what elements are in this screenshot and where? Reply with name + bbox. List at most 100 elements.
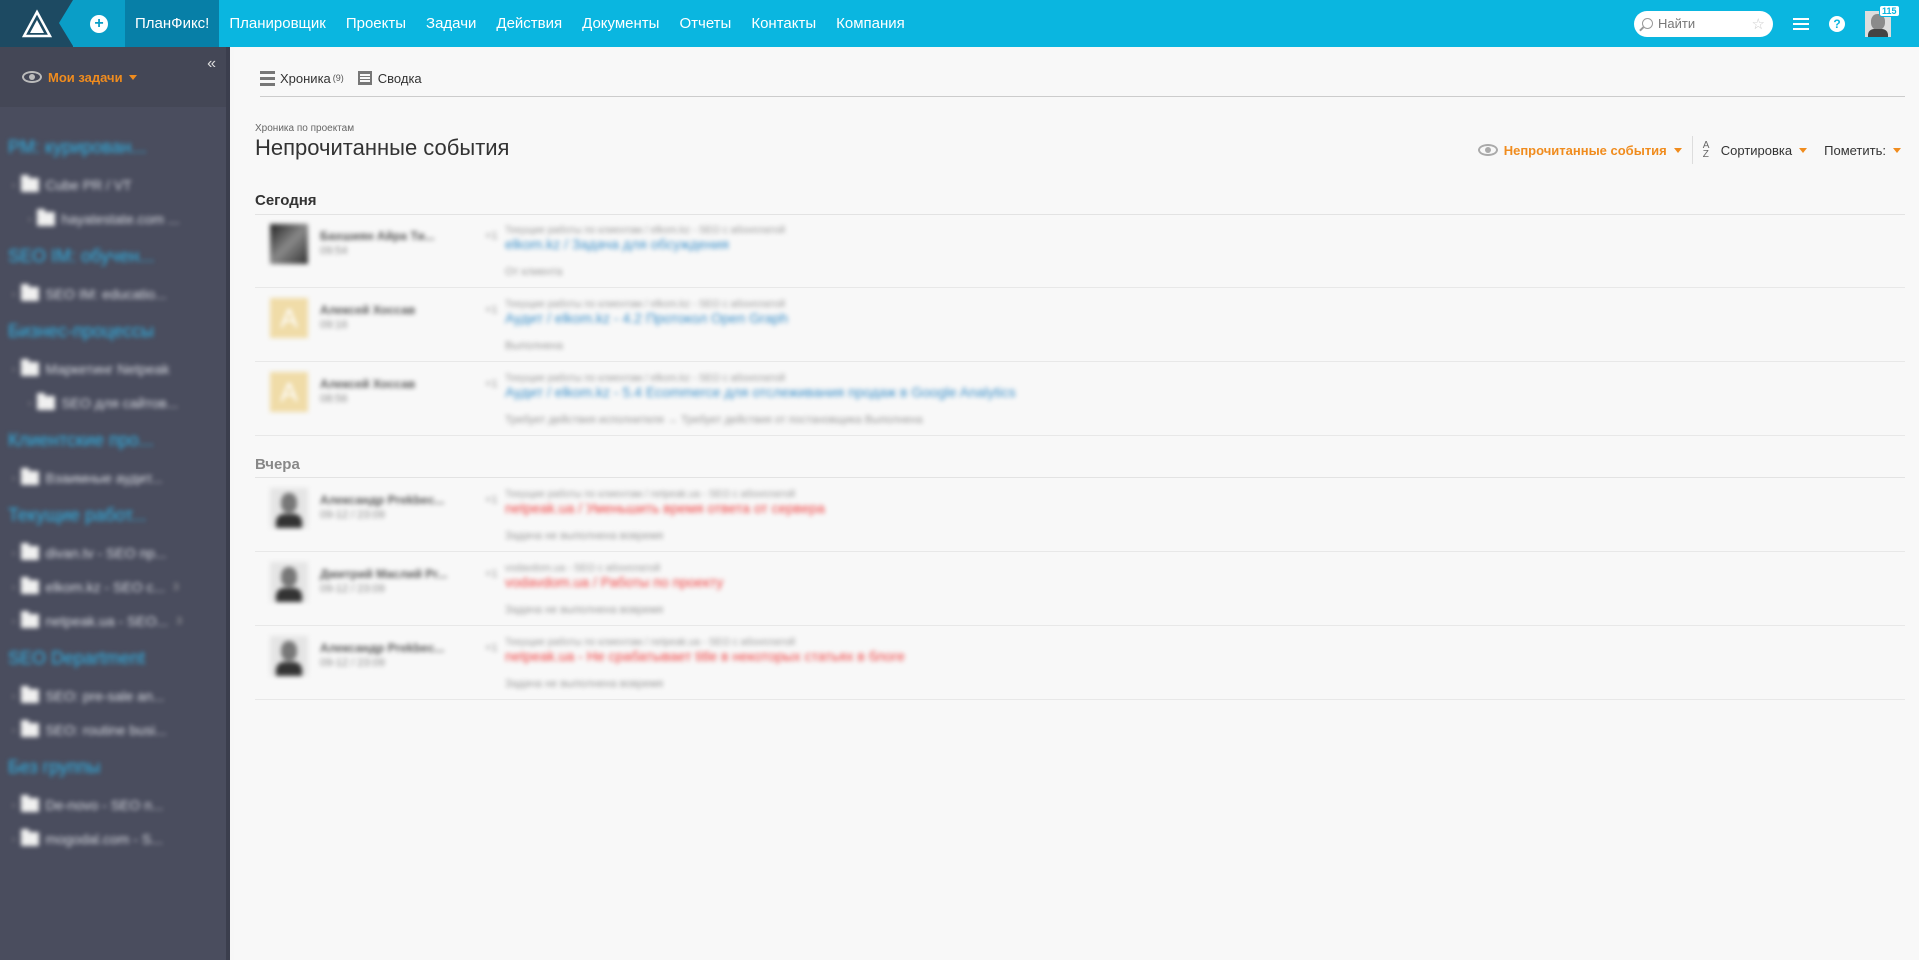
tab-summary[interactable]: Сводка: [357, 67, 422, 89]
brand-label[interactable]: ПланФикс!: [125, 0, 220, 47]
eye-icon: [1477, 144, 1498, 156]
sidebar-header[interactable]: Мои задачи «: [0, 47, 226, 107]
chevron-down-icon: [1673, 147, 1682, 153]
event-task-link[interactable]: Аудит / elkom.kz - 4.2 Протокол Open Gra…: [505, 310, 788, 326]
chevron-right-icon[interactable]: ›: [28, 214, 31, 225]
event-author[interactable]: Алексей Хоссав: [320, 303, 450, 317]
add-button[interactable]: +: [59, 0, 125, 47]
chevron-right-icon[interactable]: ›: [12, 725, 15, 736]
event-note: От клиента: [505, 266, 563, 278]
sidebar-item[interactable]: › netpeak.ua - SEO... 3: [0, 604, 226, 638]
nav-item[interactable]: Контакты: [741, 0, 826, 47]
filter-dropdown[interactable]: Непрочитанные события: [1477, 143, 1682, 158]
chevron-right-icon[interactable]: ›: [12, 364, 15, 375]
chevron-right-icon[interactable]: ›: [12, 582, 15, 593]
event-project-path: Текущие работы по клиентам / elkom.kz - …: [505, 225, 786, 236]
avatar[interactable]: [270, 636, 308, 676]
nav-item[interactable]: Отчеты: [669, 0, 741, 47]
sidebar-item[interactable]: › hayatestate.com ...: [0, 202, 226, 236]
breadcrumb[interactable]: Хроника по проектам: [255, 123, 354, 134]
avatar[interactable]: [270, 488, 308, 528]
tab-chronicle[interactable]: Хроника (9): [260, 67, 344, 89]
event-task-link[interactable]: vodavdom.ua / Работы по проекту: [505, 574, 723, 590]
avatar[interactable]: A: [270, 372, 308, 412]
sidebar-item[interactable]: › elkom.kz - SEO с... 3: [0, 570, 226, 604]
sidebar-group-title[interactable]: SEO IM: обучен...: [0, 246, 226, 267]
event-row[interactable]: +1 Александр Prekbec... 09-12 / 23:09 Текущ…: [255, 478, 1905, 552]
sidebar-group-title[interactable]: Клиентские про...: [0, 430, 226, 451]
help-button[interactable]: ?: [1829, 15, 1849, 32]
event-task-link[interactable]: netpeak.ua - Не срабатывает title в неко…: [505, 648, 905, 664]
sidebar-item[interactable]: › divan.tv - SEO пр...: [0, 536, 226, 570]
toolbar: Непрочитанные события A Z Сортировка Пом…: [1477, 136, 1901, 164]
my-tasks-filter[interactable]: Мои задачи: [48, 70, 123, 85]
chevron-right-icon[interactable]: ›: [12, 473, 15, 484]
sidebar-item[interactable]: › mogodal.com - S...: [0, 822, 226, 856]
event-author[interactable]: Бахшиян Айра Ти...: [320, 229, 450, 243]
chevron-right-icon[interactable]: ›: [12, 289, 15, 300]
nav-item[interactable]: Задачи: [416, 0, 486, 47]
avatar[interactable]: [270, 224, 308, 264]
nav-item[interactable]: Планировщик: [219, 0, 335, 47]
sidebar-item[interactable]: › SEO IM: educatio...: [0, 277, 226, 311]
avatar[interactable]: A: [270, 298, 308, 338]
sidebar-item[interactable]: › SEO: pre-sale an...: [0, 679, 226, 713]
sidebar-item[interactable]: › SEO: routine busi...: [0, 713, 226, 747]
sidebar-group-title[interactable]: Бизнес-процессы: [0, 321, 226, 342]
nav-item[interactable]: Документы: [572, 0, 669, 47]
sidebar-item[interactable]: › Взаимные аудит...: [0, 461, 226, 495]
chevron-right-icon[interactable]: ›: [12, 691, 15, 702]
sidebar-item-label: Маркетинг Netpeak: [45, 361, 170, 377]
sidebar-group-title[interactable]: PM: куpирован...: [0, 137, 226, 158]
sidebar-item-label: SEO IM: educatio...: [45, 286, 167, 302]
sidebar-item[interactable]: › Cube PR / VT: [0, 168, 226, 202]
event-author[interactable]: Александр Prekbec...: [320, 641, 450, 655]
collapse-sidebar-icon[interactable]: «: [207, 55, 216, 73]
event-note: Требует действия исполнителя → Требует д…: [505, 414, 923, 426]
mark-dropdown[interactable]: Пометить:: [1824, 143, 1901, 158]
divider: [1691, 136, 1693, 164]
event-row[interactable]: +1 Александр Prekbec... 09-12 / 23:09 Текущ…: [255, 626, 1905, 700]
event-task-link[interactable]: Аудит / elkom.kz - 5.4 Ecommerce для отс…: [505, 384, 1016, 400]
sidebar-item[interactable]: › De-novo - SEO п...: [0, 788, 226, 822]
sidebar-group-title[interactable]: SEO Department: [0, 648, 226, 669]
notification-badge[interactable]: 115: [1879, 4, 1900, 17]
sidebar-item-label: SEO: routine busi...: [45, 722, 167, 738]
sort-dropdown[interactable]: A Z Сортировка: [1703, 141, 1808, 160]
nav-item[interactable]: Компания: [826, 0, 915, 47]
chevron-right-icon[interactable]: ›: [28, 398, 31, 409]
event-count-icon: +1: [485, 642, 498, 654]
mark-label: Пометить:: [1824, 142, 1886, 158]
event-row[interactable]: A +1 Алексей Хоссав 09:16 Текущие работы по …: [255, 288, 1905, 362]
sidebar-item[interactable]: › Маркетинг Netpeak: [0, 352, 226, 386]
chevron-right-icon[interactable]: ›: [12, 180, 15, 191]
chevron-right-icon[interactable]: ›: [12, 800, 15, 811]
sidebar-item-label: hayatestate.com ...: [61, 211, 180, 227]
menu-button[interactable]: [1793, 17, 1813, 30]
event-time: 09:16: [320, 319, 348, 331]
search-input[interactable]: Найти ☆: [1634, 10, 1773, 37]
sidebar-item[interactable]: › SEO для сайтов...: [0, 386, 226, 420]
chevron-right-icon[interactable]: ›: [12, 548, 15, 559]
event-project-path: Текущие работы по клиентам / elkom.kz - …: [505, 373, 786, 384]
event-author[interactable]: Алексей Хоссав: [320, 377, 450, 391]
event-row[interactable]: +1 Бахшиян Айра Ти... 09:54 Текущие работы …: [255, 214, 1905, 288]
event-count-icon: +1: [485, 568, 498, 580]
star-icon[interactable]: ☆: [1752, 15, 1765, 33]
event-task-link[interactable]: elkom.kz / Задача для обсуждения: [505, 236, 729, 252]
event-author[interactable]: Александр Prekbec...: [320, 493, 450, 507]
event-note: Выполнена: [505, 340, 563, 352]
sort-label: Сортировка: [1720, 142, 1793, 158]
sidebar-group-title[interactable]: Текущие работ...: [0, 505, 226, 526]
event-author[interactable]: Дмитрий Маслий Pr...: [320, 567, 450, 581]
nav-item[interactable]: Действия: [486, 0, 572, 47]
event-task-link[interactable]: netpeak.ua / Уменьшить время ответа от с…: [505, 500, 825, 516]
avatar[interactable]: [270, 562, 308, 602]
sidebar-group-title[interactable]: Без группы: [0, 757, 226, 778]
chevron-right-icon[interactable]: ›: [12, 834, 15, 845]
event-row[interactable]: +1 Дмитрий Маслий Pr... 09-12 / 23:09 vodav…: [255, 552, 1905, 626]
nav-item[interactable]: Проекты: [336, 0, 416, 47]
event-row[interactable]: A +1 Алексей Хоссав 08:56 Текущие работы по …: [255, 362, 1905, 436]
chevron-right-icon[interactable]: ›: [12, 616, 15, 627]
user-avatar[interactable]: 115: [1865, 4, 1900, 37]
